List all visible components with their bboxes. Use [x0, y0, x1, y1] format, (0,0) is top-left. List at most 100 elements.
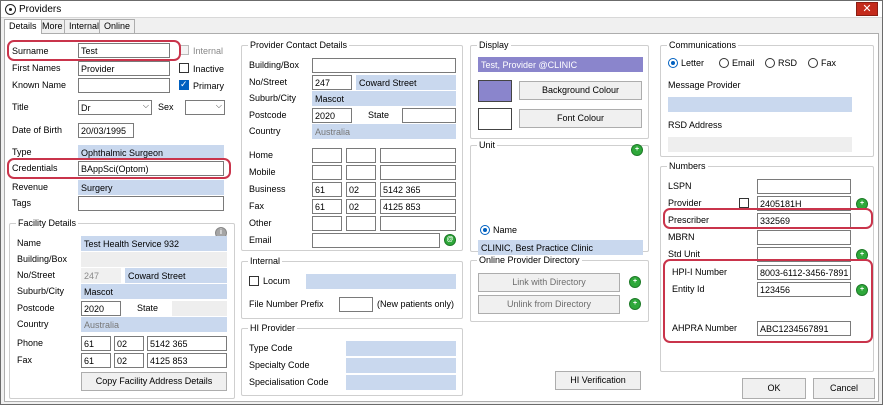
email-send-icon[interactable]: @	[444, 234, 456, 246]
business-country-input[interactable]: 61	[312, 182, 342, 197]
dob-input[interactable]: 20/03/1995	[78, 123, 134, 138]
contact-business-label: Business	[249, 184, 286, 194]
fax-country-input[interactable]: 61	[312, 199, 342, 214]
file-prefix-note: (New patients only)	[377, 299, 455, 309]
facility-postcode-field[interactable]: 2020	[81, 301, 121, 316]
tab-details[interactable]: Details	[4, 19, 42, 34]
title-select[interactable]: Dr ⌵	[78, 100, 152, 115]
first-names-input[interactable]: Provider	[78, 61, 170, 76]
locum-checkbox[interactable]	[249, 276, 259, 286]
business-area-input[interactable]: 02	[346, 182, 376, 197]
contact-suburb-field[interactable]: Mascot	[312, 91, 456, 106]
hi-verification-button[interactable]: HI Verification	[555, 371, 641, 390]
fax-radio[interactable]	[808, 58, 818, 68]
facility-street-no-field[interactable]: 247	[81, 268, 121, 283]
facility-name-field[interactable]: Test Health Service 932	[81, 236, 227, 251]
message-provider-field[interactable]	[668, 97, 852, 112]
ok-button[interactable]: OK	[742, 378, 806, 399]
window-title: Providers	[19, 4, 62, 15]
home-number-input[interactable]	[380, 148, 456, 163]
facility-fax-number[interactable]: 4125 853	[147, 353, 227, 368]
contact-street-field[interactable]: Coward Street	[356, 75, 456, 90]
facility-phone-country[interactable]: 61	[81, 336, 111, 351]
mbrn-label: MBRN	[668, 232, 695, 242]
facility-postcode-label: Postcode	[17, 303, 55, 313]
title-label: Title	[12, 102, 29, 112]
business-number-input[interactable]: 5142 365	[380, 182, 456, 197]
facility-phone-number[interactable]: 5142 365	[147, 336, 227, 351]
contact-building-input[interactable]	[312, 58, 456, 73]
add-unit-icon[interactable]: +	[631, 144, 643, 156]
contact-email-label: Email	[249, 235, 272, 245]
other-country-input[interactable]	[312, 216, 342, 231]
contact-home-label: Home	[249, 150, 274, 160]
link-directory-button[interactable]: Link with Directory	[478, 273, 620, 292]
tags-input[interactable]	[78, 196, 224, 211]
provider-number-checkbox[interactable]	[739, 198, 749, 208]
fax-label: Fax	[821, 58, 837, 68]
background-colour-button[interactable]: Background Colour	[519, 81, 642, 100]
locum-field[interactable]	[306, 274, 456, 289]
copy-facility-address-button[interactable]: Copy Facility Address Details	[81, 372, 227, 391]
contact-street-no-input[interactable]: 247	[312, 75, 352, 90]
unlink-directory-button[interactable]: Unlink from Directory	[478, 295, 620, 314]
specialisation-code-field[interactable]	[346, 375, 456, 390]
unit-name-field[interactable]: CLINIC, Best Practice Clinic	[478, 240, 643, 255]
facility-suburb-label: Suburb/City	[17, 286, 65, 296]
rsd-radio[interactable]	[765, 58, 775, 68]
sex-select[interactable]: ⌵	[185, 100, 225, 115]
lspn-input[interactable]	[757, 179, 851, 194]
provider-contact-title: Provider Contact Details	[248, 40, 350, 50]
details-panel: Surname Test Internal First Names Provid…	[4, 33, 879, 402]
contact-street-label: No/Street	[249, 77, 288, 87]
home-country-input[interactable]	[312, 148, 342, 163]
other-number-input[interactable]	[380, 216, 456, 231]
email-input[interactable]	[312, 233, 440, 248]
email-radio[interactable]	[719, 58, 729, 68]
primary-checkbox[interactable]	[179, 79, 189, 90]
inactive-checkbox[interactable]	[179, 63, 189, 73]
facility-fax-area[interactable]: 02	[114, 353, 144, 368]
chevron-down-icon: ⌵	[215, 101, 222, 110]
contact-state-input[interactable]	[402, 108, 456, 123]
tab-online[interactable]: Online	[99, 19, 136, 33]
contact-country-field[interactable]: Australia	[312, 124, 456, 139]
title-bar: Providers ✕	[1, 1, 882, 18]
mobile-area-input[interactable]	[346, 165, 376, 180]
link-directory-icon[interactable]: +	[629, 276, 641, 288]
rsd-address-field[interactable]	[668, 137, 852, 152]
known-name-input[interactable]	[78, 78, 170, 93]
tab-more[interactable]: More	[37, 19, 68, 33]
letter-radio[interactable]	[668, 58, 678, 68]
display-group: Display Test, Provider @CLINIC Backgroun…	[470, 40, 649, 139]
cancel-button[interactable]: Cancel	[813, 378, 875, 399]
contact-building-label: Building/Box	[249, 60, 300, 70]
facility-state-field[interactable]	[172, 301, 227, 316]
revenue-field[interactable]: Surgery	[78, 180, 224, 195]
facility-state-label: State	[137, 303, 159, 313]
facility-phone-area[interactable]: 02	[114, 336, 144, 351]
specialty-code-field[interactable]	[346, 358, 456, 373]
fax-number-input[interactable]: 4125 853	[380, 199, 456, 214]
contact-other-label: Other	[249, 218, 272, 228]
unit-name-radio[interactable]	[480, 225, 490, 235]
fax-area-input[interactable]: 02	[346, 199, 376, 214]
online-directory-title: Online Provider Directory	[477, 255, 582, 265]
contact-postcode-input[interactable]: 2020	[312, 108, 352, 123]
close-button[interactable]: ✕	[856, 2, 878, 16]
file-prefix-input[interactable]	[339, 297, 373, 312]
facility-suburb-field[interactable]: Mascot	[81, 284, 227, 299]
mbrn-input[interactable]	[757, 230, 851, 245]
unlink-directory-icon[interactable]: +	[629, 298, 641, 310]
facility-street-field[interactable]: Coward Street	[125, 268, 227, 283]
type-code-field[interactable]	[346, 341, 456, 356]
facility-building-field[interactable]	[81, 252, 227, 267]
mobile-number-input[interactable]	[380, 165, 456, 180]
facility-fax-country[interactable]: 61	[81, 353, 111, 368]
mobile-country-input[interactable]	[312, 165, 342, 180]
other-area-input[interactable]	[346, 216, 376, 231]
font-colour-button[interactable]: Font Colour	[519, 109, 642, 128]
home-area-input[interactable]	[346, 148, 376, 163]
file-prefix-label: File Number Prefix	[249, 299, 324, 309]
facility-country-field[interactable]: Australia	[81, 317, 227, 332]
